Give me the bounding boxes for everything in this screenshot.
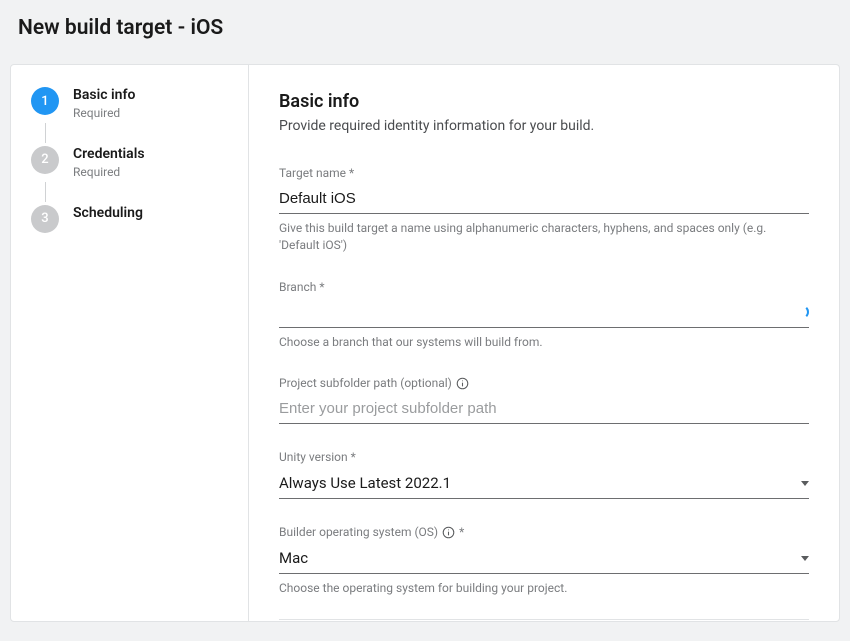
step-subtitle: Required bbox=[73, 165, 145, 179]
chevron-down-icon bbox=[801, 481, 809, 486]
field-label: Builder operating system (OS) * bbox=[279, 525, 464, 539]
step-title: Basic info bbox=[73, 87, 135, 104]
step-connector bbox=[45, 123, 46, 143]
info-icon[interactable] bbox=[442, 526, 455, 539]
wizard-card: 1 Basic info Required 2 Credentials Requ… bbox=[10, 64, 840, 622]
field-subfolder: Project subfolder path (optional) bbox=[279, 372, 809, 424]
select-value: Mac bbox=[279, 543, 801, 573]
field-label-text: Project subfolder path (optional) bbox=[279, 376, 452, 390]
step-credentials[interactable]: 2 Credentials Required bbox=[31, 146, 228, 179]
subfolder-input[interactable] bbox=[279, 394, 809, 423]
field-branch: Branch * Choose a branch that our system… bbox=[279, 276, 809, 351]
field-label-text: Builder operating system (OS) bbox=[279, 525, 438, 539]
field-label: Unity version * bbox=[279, 450, 356, 464]
page-title: New build target - iOS bbox=[18, 16, 840, 40]
field-builder-os: Builder operating system (OS) * Mac Choo… bbox=[279, 521, 809, 597]
step-subtitle: Required bbox=[73, 106, 135, 120]
info-icon[interactable] bbox=[456, 377, 469, 390]
wizard-actions: Back Next bbox=[279, 620, 809, 621]
section-description: Provide required identity information fo… bbox=[279, 118, 809, 134]
field-help: Give this build target a name using alph… bbox=[279, 220, 809, 254]
branch-input[interactable] bbox=[279, 298, 809, 327]
step-title: Credentials bbox=[73, 146, 145, 163]
step-scheduling[interactable]: 3 Scheduling bbox=[31, 205, 228, 233]
field-label: Target name * bbox=[279, 166, 354, 180]
field-help: Choose a branch that our systems will bu… bbox=[279, 334, 809, 351]
field-label: Project subfolder path (optional) bbox=[279, 376, 469, 390]
builder-os-select[interactable]: Mac bbox=[279, 543, 809, 574]
wizard-main: Basic info Provide required identity inf… bbox=[249, 65, 839, 621]
step-number-badge: 1 bbox=[31, 87, 59, 115]
select-value: Always Use Latest 2022.1 bbox=[279, 468, 801, 498]
field-label: Branch * bbox=[279, 280, 325, 294]
wizard-sidebar: 1 Basic info Required 2 Credentials Requ… bbox=[11, 65, 249, 621]
spinner-icon bbox=[795, 305, 809, 319]
step-basic-info[interactable]: 1 Basic info Required bbox=[31, 87, 228, 120]
step-connector bbox=[45, 182, 46, 202]
step-number-badge: 3 bbox=[31, 205, 59, 233]
required-asterisk: * bbox=[459, 525, 464, 539]
field-unity-version: Unity version * Always Use Latest 2022.1 bbox=[279, 446, 809, 499]
step-number-badge: 2 bbox=[31, 146, 59, 174]
field-help: Choose the operating system for building… bbox=[279, 580, 809, 597]
step-title: Scheduling bbox=[73, 205, 143, 222]
chevron-down-icon bbox=[801, 556, 809, 561]
unity-version-select[interactable]: Always Use Latest 2022.1 bbox=[279, 468, 809, 499]
section-title: Basic info bbox=[279, 91, 809, 112]
field-target-name: Target name * Give this build target a n… bbox=[279, 162, 809, 254]
target-name-input[interactable] bbox=[279, 184, 809, 213]
